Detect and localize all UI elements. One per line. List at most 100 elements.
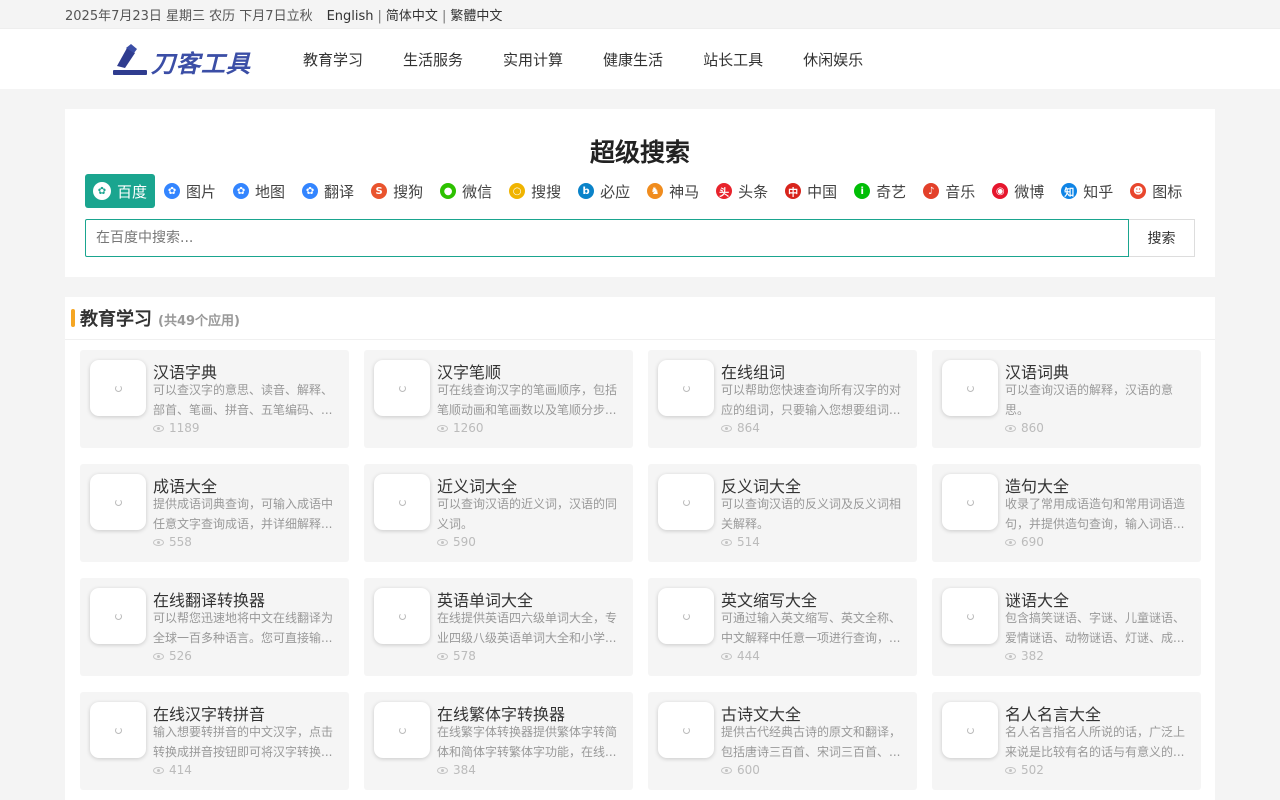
site-logo[interactable]: 刀客工具 [113, 43, 251, 79]
section-accent-bar [71, 309, 75, 327]
app-icon-placeholder [374, 474, 430, 530]
engine-tab[interactable]: b 必应 [570, 174, 638, 208]
engine-tab[interactable]: ☻ 图标 [1122, 174, 1190, 208]
view-count: 558 [169, 535, 192, 549]
eye-icon [721, 652, 732, 660]
engine-tab[interactable]: ◉ 微博 [984, 174, 1052, 208]
eye-icon [153, 652, 164, 660]
search-input[interactable] [85, 219, 1129, 257]
app-icon-placeholder [374, 588, 430, 644]
app-icon-placeholder [942, 360, 998, 416]
app-icon-placeholder [374, 702, 430, 758]
lang-separator: | [441, 8, 447, 24]
engine-tab-label: 必应 [600, 182, 631, 201]
engine-tab[interactable]: ♪ 音乐 [915, 174, 983, 208]
engine-tab[interactable]: ✿ 地图 [225, 174, 293, 208]
eye-icon [153, 766, 164, 774]
nav-item-calculators[interactable]: 实用计算 [503, 49, 563, 70]
view-count: 1189 [169, 421, 200, 435]
app-card-description: 输入想要转拼音的中文汉字，点击转换成拼音按钮即可将汉字转换... [153, 725, 334, 759]
engine-tab[interactable]: ✿ 百度 [85, 174, 156, 208]
lang-simplified-link[interactable]: 简体中文 [386, 9, 438, 24]
app-card[interactable]: 谜语大全 包含搞笑谜语、字谜、儿童谜语、爱情谜语、动物谜语、灯谜、成... 382 [932, 578, 1201, 676]
app-card-description: 可以查询汉语的解释，汉语的意思。 [1005, 383, 1174, 417]
engine-tab[interactable]: ✿ 图片 [156, 174, 224, 208]
app-card[interactable]: 英文缩写大全 可通过输入英文缩写、英文全称、中文解释中任意一项进行查询，... 44… [648, 578, 917, 676]
app-card[interactable]: 英语单词大全 在线提供英语四六级单词大全，专业四级八级英语单词大全和小学... 57… [364, 578, 633, 676]
app-card[interactable]: 在线组词 可以帮助您快速查询所有汉字的对应的组词，只要输入您想要组词... 864 [648, 350, 917, 448]
engine-tab[interactable]: 头头条 [708, 174, 776, 208]
iqiyi-icon: i [854, 183, 871, 199]
app-card-description: 提供成语词典查询，可输入成语中任意文字查询成语，并详细解释... [153, 497, 334, 531]
wechat-icon: ● [440, 183, 457, 199]
app-icon-placeholder [658, 360, 714, 416]
app-card[interactable]: 汉语词典 可以查询汉语的解释，汉语的意思。 860 [932, 350, 1201, 448]
app-card[interactable]: 在线繁体字转换器 在线繁字体转换器提供繁体字转简体和简体字转繁体字功能，在线...… [364, 692, 633, 790]
app-card-views: 864 [721, 421, 760, 435]
engine-tab[interactable]: ✿ 翻译 [294, 174, 362, 208]
app-card-description: 在线繁字体转换器提供繁体字转简体和简体字转繁体字功能，在线... [437, 725, 618, 759]
knife-logo-icon [113, 44, 147, 75]
app-card-description: 可以帮助您快速查询所有汉字的对应的组词，只要输入您想要组词... [721, 383, 902, 417]
app-icon-placeholder [658, 702, 714, 758]
app-card[interactable]: 在线汉字转拼音 输入想要转拼音的中文汉字，点击转换成拼音按钮即可将汉字转换... 4… [80, 692, 349, 790]
app-card[interactable]: 反义词大全 可以查询汉语的反义词及反义词相关解释。 514 [648, 464, 917, 562]
loading-spinner-icon [682, 726, 690, 734]
engine-tab-label: 中国 [807, 182, 838, 201]
app-card[interactable]: 名人名言大全 名人名言指名人所说的话，广泛上来说是比较有名的话与有意义的... 50… [932, 692, 1201, 790]
view-count: 414 [169, 763, 192, 777]
engine-tab[interactable]: ● 微信 [432, 174, 500, 208]
loading-spinner-icon [114, 612, 122, 620]
app-card-views: 1189 [153, 421, 200, 435]
app-card[interactable]: 成语大全 提供成语词典查询，可输入成语中任意文字查询成语，并详细解释... 558 [80, 464, 349, 562]
view-count: 382 [1021, 649, 1044, 663]
view-count: 860 [1021, 421, 1044, 435]
engine-tab[interactable]: ♞ 神马 [639, 174, 707, 208]
app-card-description: 可在线查询汉字的笔画顺序，包括笔顺动画和笔画数以及笔顺分步... [437, 383, 618, 417]
nav-item-webmaster-tools[interactable]: 站长工具 [703, 49, 763, 70]
app-icon-placeholder [942, 474, 998, 530]
sogou-icon: S [371, 183, 388, 199]
app-icon-placeholder [90, 588, 146, 644]
shenma-icon: ♞ [647, 183, 664, 199]
nav-item-health[interactable]: 健康生活 [603, 49, 663, 70]
engine-tab-label: 图片 [186, 182, 217, 201]
engine-tab-label: 神马 [669, 182, 700, 201]
engine-tab[interactable]: 中中国 [777, 174, 845, 208]
nav-item-life-services[interactable]: 生活服务 [403, 49, 463, 70]
view-count: 1260 [453, 421, 484, 435]
app-card[interactable]: 汉字笔顺 可在线查询汉字的笔画顺序，包括笔顺动画和笔画数以及笔顺分步... 1260 [364, 350, 633, 448]
engine-tab[interactable]: ○ 搜搜 [501, 174, 569, 208]
app-card[interactable]: 造句大全 收录了常用成语造句和常用词语造句，并提供造句查询，输入词语... 690 [932, 464, 1201, 562]
eye-icon [437, 538, 448, 546]
app-card[interactable]: 古诗文大全 提供古代经典古诗的原文和翻译，包括唐诗三百首、宋词三百首、... 600 [648, 692, 917, 790]
baidu-paw-icon: ✿ [93, 182, 111, 200]
view-count: 444 [737, 649, 760, 663]
app-card-description: 收录了常用成语造句和常用词语造句，并提供造句查询，输入词语... [1005, 497, 1186, 531]
loading-spinner-icon [398, 384, 406, 392]
engine-tab[interactable]: S 搜狗 [363, 174, 431, 208]
view-count: 864 [737, 421, 760, 435]
lang-separator: | [377, 8, 382, 24]
lang-traditional-link[interactable]: 繁體中文 [450, 9, 502, 24]
loading-spinner-icon [682, 384, 690, 392]
app-card-views: 690 [1005, 535, 1044, 549]
app-card-views: 502 [1005, 763, 1044, 777]
app-icon-placeholder [90, 360, 146, 416]
app-grid: 汉语字典 可以查汉字的意思、读音、解释、部首、笔画、拼音、五笔编码、... 1189… [80, 350, 1201, 790]
app-card-description: 可以查询汉语的反义词及反义词相关解释。 [721, 497, 902, 531]
app-card-description: 包含搞笑谜语、字谜、儿童谜语、爱情谜语、动物谜语、灯谜、成... [1005, 611, 1186, 645]
search-button[interactable]: 搜索 [1129, 219, 1195, 257]
loading-spinner-icon [966, 384, 974, 392]
app-card-description: 名人名言指名人所说的话，广泛上来说是比较有名的话与有意义的... [1005, 725, 1186, 759]
engine-tab[interactable]: 知知乎 [1053, 174, 1121, 208]
lang-english-link[interactable]: English [327, 9, 374, 24]
loading-spinner-icon [682, 612, 690, 620]
eye-icon [437, 652, 448, 660]
nav-item-education[interactable]: 教育学习 [303, 49, 363, 70]
app-card[interactable]: 近义词大全 可以查询汉语的近义词，汉语的同义词。 590 [364, 464, 633, 562]
engine-tab[interactable]: i 奇艺 [846, 174, 914, 208]
nav-item-entertainment[interactable]: 休闲娱乐 [803, 49, 863, 70]
app-card[interactable]: 汉语字典 可以查汉字的意思、读音、解释、部首、笔画、拼音、五笔编码、... 1189 [80, 350, 349, 448]
app-card[interactable]: 在线翻译转换器 可以帮您迅速地将中文在线翻译为全球一百多种语言。您可直接输... 5… [80, 578, 349, 676]
